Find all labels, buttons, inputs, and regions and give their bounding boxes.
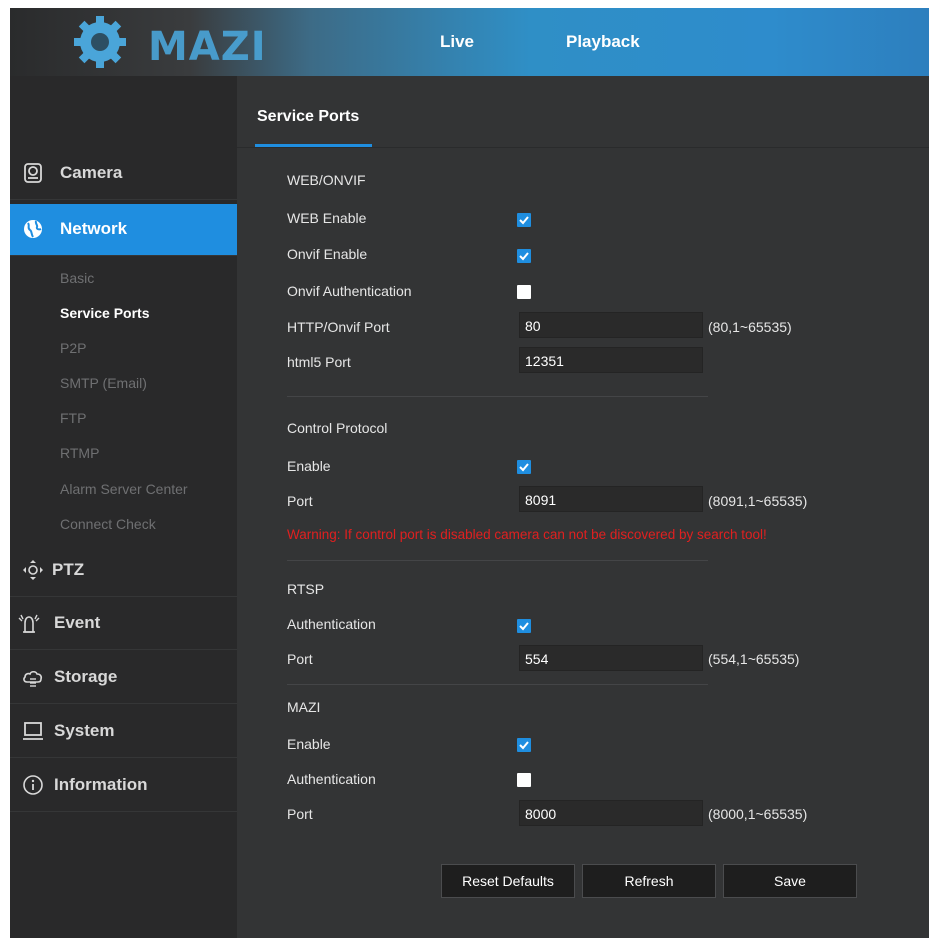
onvif-enable-label: Onvif Enable — [287, 246, 368, 262]
network-globe-icon — [24, 220, 42, 238]
sidebar-item-camera[interactable]: Camera — [10, 148, 237, 200]
cloud-storage-icon — [23, 670, 43, 687]
control-port-label: Port — [287, 493, 313, 509]
ptz-icon — [23, 560, 43, 580]
page-title: Service Ports — [257, 108, 360, 125]
sidebar-item-storage[interactable]: Storage — [10, 652, 237, 704]
web-enable-checkbox[interactable] — [517, 213, 531, 227]
subnav-smtp[interactable]: SMTP (Email) — [60, 375, 147, 391]
http-onvif-port-label: HTTP/Onvif Port — [287, 319, 390, 335]
html5-port-input[interactable]: 12351 — [519, 347, 703, 373]
section-divider — [287, 684, 708, 685]
monitor-icon — [23, 722, 43, 740]
sidebar-item-system[interactable]: System — [10, 706, 237, 758]
gear-logo-icon — [74, 16, 126, 68]
sidebar-item-ptz[interactable]: PTZ — [10, 545, 237, 597]
mazi-enable-checkbox[interactable] — [517, 738, 531, 752]
section-title-control-protocol: Control Protocol — [287, 420, 388, 436]
rtsp-authentication-checkbox[interactable] — [517, 619, 531, 633]
section-divider — [287, 396, 708, 397]
save-button[interactable]: Save — [723, 864, 857, 898]
section-title-mazi: MAZI — [287, 699, 321, 715]
sidebar-item-label: Information — [54, 775, 148, 794]
sidebar: Camera Network Basic Service Ports P2P S… — [10, 76, 247, 938]
onvif-enable-checkbox[interactable] — [517, 249, 531, 263]
reset-defaults-button[interactable]: Reset Defaults — [441, 864, 575, 898]
sidebar-item-label: PTZ — [52, 560, 85, 579]
sidebar-item-event[interactable]: Event — [10, 598, 237, 650]
checkmark-icon — [519, 741, 529, 750]
control-enable-label: Enable — [287, 458, 331, 474]
onvif-authentication-checkbox[interactable] — [517, 285, 531, 299]
mazi-enable-label: Enable — [287, 736, 331, 752]
sidebar-item-label: System — [54, 721, 115, 740]
alarm-icon — [18, 614, 40, 633]
checkmark-icon — [519, 216, 529, 225]
section-title-web-onvif: WEB/ONVIF — [287, 172, 366, 188]
app-window: MAZI Live Playback Camera Network Basic … — [10, 8, 929, 938]
sidebar-item-label: Storage — [54, 667, 118, 686]
info-icon — [23, 775, 43, 795]
web-enable-label: WEB Enable — [287, 210, 367, 226]
rtsp-authentication-label: Authentication — [287, 616, 376, 632]
subnav-service-ports[interactable]: Service Ports — [60, 305, 150, 321]
http-onvif-port-range: (80,1~65535) — [708, 319, 792, 335]
section-title-rtsp: RTSP — [287, 581, 325, 597]
mazi-authentication-label: Authentication — [287, 771, 376, 787]
mazi-port-input[interactable]: 8000 — [519, 800, 703, 826]
subnav-alarm-server-center[interactable]: Alarm Server Center — [60, 481, 188, 497]
brand-logo-text: MAZI — [148, 24, 267, 70]
checkmark-icon — [519, 622, 529, 631]
camera-icon — [24, 163, 42, 183]
mazi-port-label: Port — [287, 806, 313, 822]
brand-logo: MAZI — [70, 12, 320, 72]
refresh-button[interactable]: Refresh — [582, 864, 716, 898]
html5-port-label: html5 Port — [287, 354, 351, 370]
sidebar-item-information[interactable]: Information — [10, 760, 237, 812]
sidebar-item-label: Camera — [60, 163, 123, 182]
sidebar-item-label: Event — [54, 613, 101, 632]
onvif-authentication-label: Onvif Authentication — [287, 283, 412, 299]
mazi-authentication-checkbox[interactable] — [517, 773, 531, 787]
sidebar-item-network[interactable]: Network — [10, 204, 247, 256]
control-port-input[interactable]: 8091 — [519, 486, 703, 512]
rtsp-port-label: Port — [287, 651, 313, 667]
tab-live[interactable]: Live — [440, 32, 474, 52]
subnav-ftp[interactable]: FTP — [60, 410, 86, 426]
tab-playback[interactable]: Playback — [566, 32, 640, 52]
rtsp-port-range: (554,1~65535) — [708, 651, 800, 667]
checkmark-icon — [519, 463, 529, 472]
subnav-rtmp[interactable]: RTMP — [60, 445, 99, 461]
http-onvif-port-input[interactable]: 80 — [519, 312, 703, 338]
main-panel: Service Ports WEB/ONVIF WEB Enable Onvif… — [237, 76, 929, 938]
mazi-port-range: (8000,1~65535) — [708, 806, 808, 822]
sidebar-item-label: Network — [60, 219, 128, 238]
rtsp-port-input[interactable]: 554 — [519, 645, 703, 671]
control-port-range: (8091,1~65535) — [708, 493, 808, 509]
subnav-basic[interactable]: Basic — [60, 270, 94, 286]
title-divider — [237, 147, 929, 148]
checkmark-icon — [519, 252, 529, 261]
control-enable-checkbox[interactable] — [517, 460, 531, 474]
top-header: MAZI Live Playback — [10, 8, 929, 76]
control-port-warning: Warning: If control port is disabled cam… — [287, 527, 767, 542]
subnav-p2p[interactable]: P2P — [60, 340, 86, 356]
subnav-connect-check[interactable]: Connect Check — [60, 516, 156, 532]
section-divider — [287, 560, 708, 561]
